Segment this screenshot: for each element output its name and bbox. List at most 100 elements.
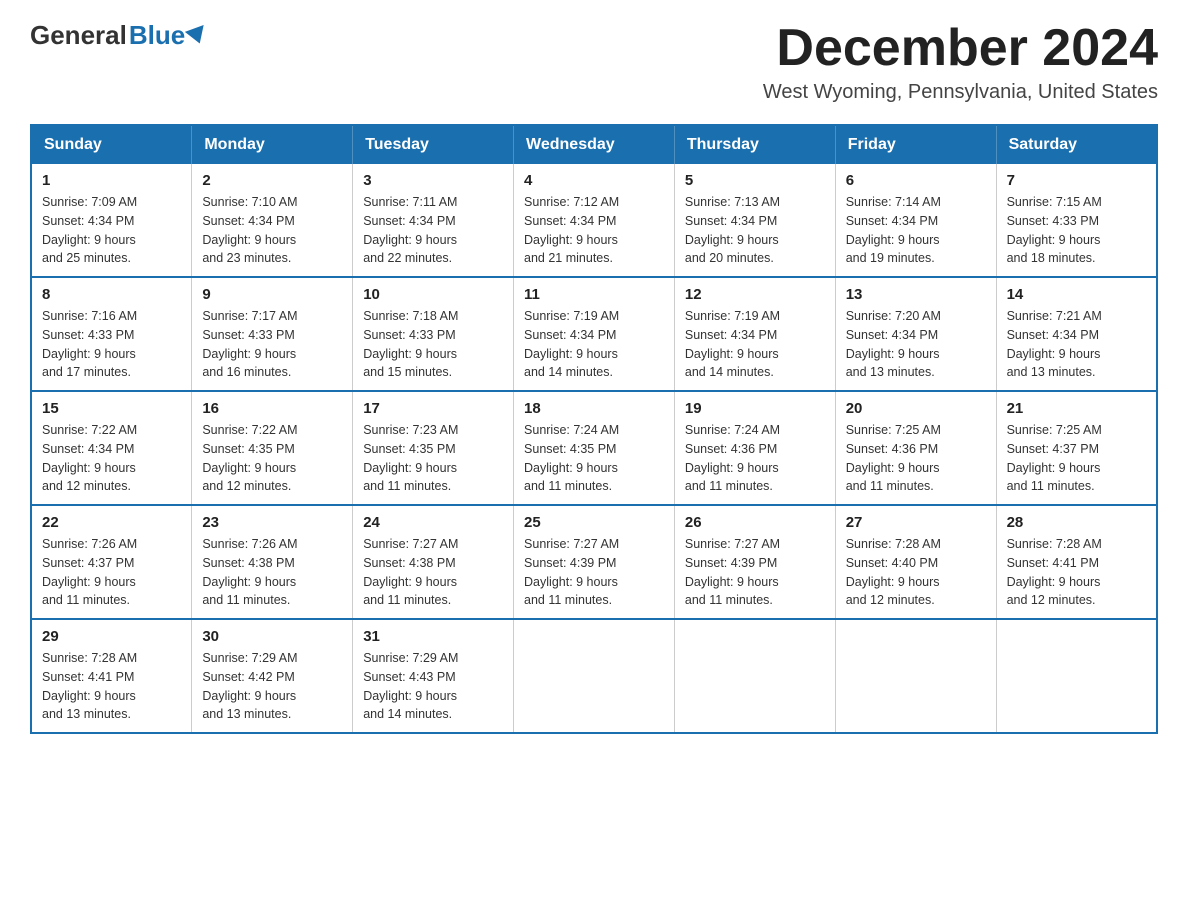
day-info: Sunrise: 7:23 AM Sunset: 4:35 PM Dayligh… <box>363 421 503 496</box>
day-info: Sunrise: 7:19 AM Sunset: 4:34 PM Dayligh… <box>685 307 825 382</box>
day-number: 22 <box>42 514 181 531</box>
calendar-week-row: 29 Sunrise: 7:28 AM Sunset: 4:41 PM Dayl… <box>31 619 1157 733</box>
calendar-week-row: 22 Sunrise: 7:26 AM Sunset: 4:37 PM Dayl… <box>31 505 1157 619</box>
day-info: Sunrise: 7:24 AM Sunset: 4:35 PM Dayligh… <box>524 421 664 496</box>
day-info: Sunrise: 7:20 AM Sunset: 4:34 PM Dayligh… <box>846 307 986 382</box>
day-info: Sunrise: 7:25 AM Sunset: 4:37 PM Dayligh… <box>1007 421 1146 496</box>
calendar-cell: 25 Sunrise: 7:27 AM Sunset: 4:39 PM Dayl… <box>514 505 675 619</box>
day-number: 9 <box>202 286 342 303</box>
day-info: Sunrise: 7:12 AM Sunset: 4:34 PM Dayligh… <box>524 193 664 268</box>
calendar-cell: 14 Sunrise: 7:21 AM Sunset: 4:34 PM Dayl… <box>996 277 1157 391</box>
calendar-week-row: 15 Sunrise: 7:22 AM Sunset: 4:34 PM Dayl… <box>31 391 1157 505</box>
day-info: Sunrise: 7:09 AM Sunset: 4:34 PM Dayligh… <box>42 193 181 268</box>
day-info: Sunrise: 7:15 AM Sunset: 4:33 PM Dayligh… <box>1007 193 1146 268</box>
day-number: 30 <box>202 628 342 645</box>
calendar-cell: 10 Sunrise: 7:18 AM Sunset: 4:33 PM Dayl… <box>353 277 514 391</box>
day-info: Sunrise: 7:24 AM Sunset: 4:36 PM Dayligh… <box>685 421 825 496</box>
calendar-cell: 12 Sunrise: 7:19 AM Sunset: 4:34 PM Dayl… <box>674 277 835 391</box>
day-number: 7 <box>1007 172 1146 189</box>
day-number: 17 <box>363 400 503 417</box>
day-number: 13 <box>846 286 986 303</box>
calendar-table: SundayMondayTuesdayWednesdayThursdayFrid… <box>30 124 1158 734</box>
header-monday: Monday <box>192 125 353 164</box>
day-number: 28 <box>1007 514 1146 531</box>
day-number: 20 <box>846 400 986 417</box>
day-info: Sunrise: 7:14 AM Sunset: 4:34 PM Dayligh… <box>846 193 986 268</box>
day-number: 29 <box>42 628 181 645</box>
day-info: Sunrise: 7:26 AM Sunset: 4:37 PM Dayligh… <box>42 535 181 610</box>
header-sunday: Sunday <box>31 125 192 164</box>
calendar-cell: 9 Sunrise: 7:17 AM Sunset: 4:33 PM Dayli… <box>192 277 353 391</box>
calendar-cell: 4 Sunrise: 7:12 AM Sunset: 4:34 PM Dayli… <box>514 164 675 277</box>
calendar-cell: 28 Sunrise: 7:28 AM Sunset: 4:41 PM Dayl… <box>996 505 1157 619</box>
calendar-cell: 27 Sunrise: 7:28 AM Sunset: 4:40 PM Dayl… <box>835 505 996 619</box>
calendar-cell: 11 Sunrise: 7:19 AM Sunset: 4:34 PM Dayl… <box>514 277 675 391</box>
calendar-cell <box>674 619 835 733</box>
calendar-header-row: SundayMondayTuesdayWednesdayThursdayFrid… <box>31 125 1157 164</box>
calendar-cell: 1 Sunrise: 7:09 AM Sunset: 4:34 PM Dayli… <box>31 164 192 277</box>
day-info: Sunrise: 7:21 AM Sunset: 4:34 PM Dayligh… <box>1007 307 1146 382</box>
calendar-cell: 21 Sunrise: 7:25 AM Sunset: 4:37 PM Dayl… <box>996 391 1157 505</box>
calendar-cell: 16 Sunrise: 7:22 AM Sunset: 4:35 PM Dayl… <box>192 391 353 505</box>
logo-triangle-icon <box>185 25 209 47</box>
day-info: Sunrise: 7:28 AM Sunset: 4:41 PM Dayligh… <box>42 649 181 724</box>
day-number: 26 <box>685 514 825 531</box>
calendar-cell: 13 Sunrise: 7:20 AM Sunset: 4:34 PM Dayl… <box>835 277 996 391</box>
day-info: Sunrise: 7:10 AM Sunset: 4:34 PM Dayligh… <box>202 193 342 268</box>
calendar-cell: 3 Sunrise: 7:11 AM Sunset: 4:34 PM Dayli… <box>353 164 514 277</box>
day-number: 25 <box>524 514 664 531</box>
calendar-cell: 17 Sunrise: 7:23 AM Sunset: 4:35 PM Dayl… <box>353 391 514 505</box>
day-info: Sunrise: 7:17 AM Sunset: 4:33 PM Dayligh… <box>202 307 342 382</box>
day-number: 19 <box>685 400 825 417</box>
calendar-cell: 19 Sunrise: 7:24 AM Sunset: 4:36 PM Dayl… <box>674 391 835 505</box>
header-wednesday: Wednesday <box>514 125 675 164</box>
day-number: 21 <box>1007 400 1146 417</box>
day-number: 5 <box>685 172 825 189</box>
calendar-cell: 6 Sunrise: 7:14 AM Sunset: 4:34 PM Dayli… <box>835 164 996 277</box>
calendar-cell: 2 Sunrise: 7:10 AM Sunset: 4:34 PM Dayli… <box>192 164 353 277</box>
calendar-cell: 26 Sunrise: 7:27 AM Sunset: 4:39 PM Dayl… <box>674 505 835 619</box>
day-info: Sunrise: 7:29 AM Sunset: 4:42 PM Dayligh… <box>202 649 342 724</box>
page-header: General Blue December 2024 West Wyoming,… <box>30 20 1158 104</box>
calendar-cell: 18 Sunrise: 7:24 AM Sunset: 4:35 PM Dayl… <box>514 391 675 505</box>
day-info: Sunrise: 7:13 AM Sunset: 4:34 PM Dayligh… <box>685 193 825 268</box>
day-info: Sunrise: 7:28 AM Sunset: 4:40 PM Dayligh… <box>846 535 986 610</box>
day-number: 1 <box>42 172 181 189</box>
day-info: Sunrise: 7:22 AM Sunset: 4:35 PM Dayligh… <box>202 421 342 496</box>
day-info: Sunrise: 7:16 AM Sunset: 4:33 PM Dayligh… <box>42 307 181 382</box>
day-info: Sunrise: 7:19 AM Sunset: 4:34 PM Dayligh… <box>524 307 664 382</box>
day-info: Sunrise: 7:18 AM Sunset: 4:33 PM Dayligh… <box>363 307 503 382</box>
day-info: Sunrise: 7:28 AM Sunset: 4:41 PM Dayligh… <box>1007 535 1146 610</box>
day-number: 3 <box>363 172 503 189</box>
calendar-cell: 7 Sunrise: 7:15 AM Sunset: 4:33 PM Dayli… <box>996 164 1157 277</box>
day-info: Sunrise: 7:26 AM Sunset: 4:38 PM Dayligh… <box>202 535 342 610</box>
day-number: 16 <box>202 400 342 417</box>
calendar-week-row: 1 Sunrise: 7:09 AM Sunset: 4:34 PM Dayli… <box>31 164 1157 277</box>
day-info: Sunrise: 7:27 AM Sunset: 4:39 PM Dayligh… <box>685 535 825 610</box>
header-friday: Friday <box>835 125 996 164</box>
calendar-cell: 5 Sunrise: 7:13 AM Sunset: 4:34 PM Dayli… <box>674 164 835 277</box>
day-number: 2 <box>202 172 342 189</box>
calendar-cell: 30 Sunrise: 7:29 AM Sunset: 4:42 PM Dayl… <box>192 619 353 733</box>
day-info: Sunrise: 7:27 AM Sunset: 4:39 PM Dayligh… <box>524 535 664 610</box>
day-number: 14 <box>1007 286 1146 303</box>
day-number: 12 <box>685 286 825 303</box>
day-info: Sunrise: 7:25 AM Sunset: 4:36 PM Dayligh… <box>846 421 986 496</box>
logo-general-text: General <box>30 20 127 51</box>
calendar-cell <box>835 619 996 733</box>
calendar-cell: 31 Sunrise: 7:29 AM Sunset: 4:43 PM Dayl… <box>353 619 514 733</box>
calendar-cell: 20 Sunrise: 7:25 AM Sunset: 4:36 PM Dayl… <box>835 391 996 505</box>
day-number: 10 <box>363 286 503 303</box>
day-number: 6 <box>846 172 986 189</box>
calendar-cell <box>514 619 675 733</box>
day-number: 4 <box>524 172 664 189</box>
day-number: 24 <box>363 514 503 531</box>
calendar-cell: 23 Sunrise: 7:26 AM Sunset: 4:38 PM Dayl… <box>192 505 353 619</box>
month-title: December 2024 <box>763 20 1158 77</box>
day-info: Sunrise: 7:29 AM Sunset: 4:43 PM Dayligh… <box>363 649 503 724</box>
day-number: 31 <box>363 628 503 645</box>
header-saturday: Saturday <box>996 125 1157 164</box>
day-number: 18 <box>524 400 664 417</box>
location-subtitle: West Wyoming, Pennsylvania, United State… <box>763 81 1158 104</box>
calendar-week-row: 8 Sunrise: 7:16 AM Sunset: 4:33 PM Dayli… <box>31 277 1157 391</box>
